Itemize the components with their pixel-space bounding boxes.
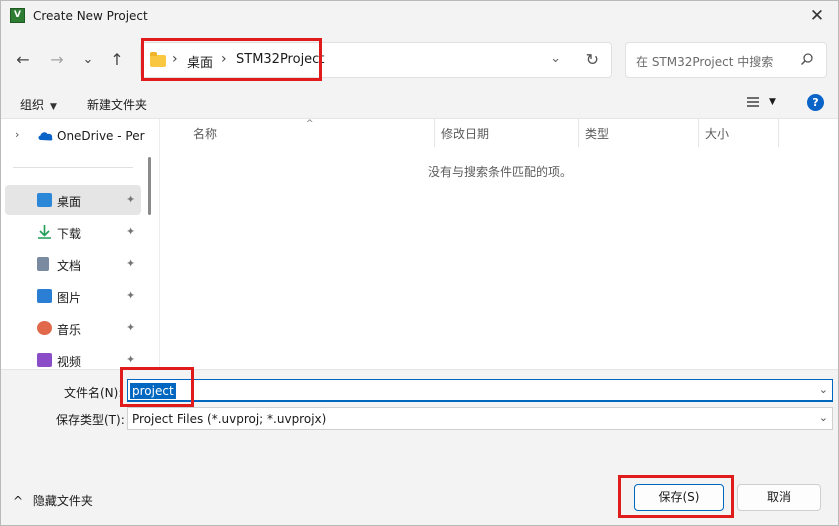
search-placeholder: 在 STM32Project 中搜索 [636,55,774,69]
sidebar-item-label: 桌面 [57,195,82,209]
chevron-right-icon[interactable]: › [15,128,19,141]
annotation-highlight-save [618,475,734,518]
keil-app-icon: V [10,8,25,23]
column-header-size[interactable]: 大小 [705,125,729,142]
pin-icon: ✦ [126,321,136,334]
cloud-icon [38,132,53,141]
filetype-label: 保存类型(T): [56,413,125,427]
filetype-select[interactable]: Project Files (*.uvproj; *.uvprojx) ⌄ [127,407,833,430]
sidebar-item-label: 音乐 [57,323,82,337]
music-icon [37,321,52,335]
sidebar-item-downloads[interactable]: 下载 ✦ [5,217,141,247]
sidebar-item-desktop[interactable]: 桌面 ✦ [5,185,141,215]
save-dialog: V Create New Project ✕ ← → ⌄ ↑ › 桌面 › ST… [0,0,839,526]
search-box[interactable]: 在 STM32Project 中搜索 [625,42,827,78]
pin-icon: ✦ [126,289,136,302]
search-icon [800,53,813,66]
chevron-up-icon: ^ [13,494,24,508]
hide-folders-label: 隐藏文件夹 [32,494,93,508]
column-divider[interactable] [578,119,579,147]
annotation-highlight-filename [120,367,194,407]
sidebar-item-label: OneDrive - Per [57,129,145,143]
video-icon [37,353,52,367]
caret-down-icon: ▼ [50,102,57,112]
sidebar-item-label: 文档 [57,259,82,273]
close-button[interactable]: ✕ [806,5,828,27]
sort-caret-icon: ^ [306,119,314,129]
desktop-icon [37,193,52,207]
organize-label: 组织 [20,98,45,112]
chevron-down-icon[interactable]: ⌄ [819,411,828,424]
address-dropdown-icon[interactable]: ⌄ [550,51,561,66]
sidebar-item-label: 图片 [57,291,82,305]
sidebar-item-documents[interactable]: 文档 ✦ [5,249,141,279]
download-icon [38,225,51,239]
sidebar-item-pictures[interactable]: 图片 ✦ [5,281,141,311]
column-divider[interactable] [434,119,435,147]
title-bar: V Create New Project ✕ [1,1,838,32]
column-header-name[interactable]: 名称 [193,125,217,142]
refresh-icon[interactable]: ↻ [586,50,599,69]
view-caret-icon[interactable]: ▼ [769,97,776,107]
up-button[interactable]: ↑ [106,49,128,71]
sidebar-item-music[interactable]: 音乐 ✦ [5,313,141,343]
window-title: Create New Project [33,9,148,23]
file-list: ^ 名称 修改日期 类型 大小 没有与搜索条件匹配的项。 [159,119,838,369]
new-folder-button[interactable]: 新建文件夹 [87,96,147,113]
sidebar-divider [13,167,133,168]
cancel-button[interactable]: 取消 [737,484,821,511]
chevron-down-icon[interactable]: ⌄ [819,383,828,396]
annotation-highlight-address [141,38,322,81]
sidebar-item-label: 下载 [57,227,82,241]
pin-icon: ✦ [126,225,136,238]
navigation-bar: ← → ⌄ ↑ › 桌面 › STM32Project ⌄ ↻ 在 STM32P… [1,32,838,87]
navigation-pane: › OneDrive - Per 桌面 ✦ 下载 ✦ 文档 ✦ 图片 ✦ 音乐 … [1,119,151,369]
picture-icon [37,289,52,303]
hide-folders-toggle[interactable]: ^ 隐藏文件夹 [13,492,93,509]
column-divider[interactable] [778,119,779,147]
view-options-icon[interactable] [746,95,760,109]
forward-button[interactable]: → [46,49,68,71]
recent-locations-button[interactable]: ⌄ [77,49,99,71]
help-icon[interactable]: ? [807,94,824,111]
pin-icon: ✦ [126,353,136,366]
filename-label: 文件名(N): [64,386,123,400]
command-bar: 组织 ▼ 新建文件夹 ▼ ? [1,87,838,119]
filename-input[interactable]: project ⌄ [127,379,833,402]
document-icon [37,257,49,271]
sidebar-item-onedrive[interactable]: › OneDrive - Per [5,121,145,151]
organize-menu[interactable]: 组织 ▼ [20,96,57,113]
column-header-type[interactable]: 类型 [585,125,609,142]
pin-icon: ✦ [126,193,136,206]
column-header-modified[interactable]: 修改日期 [441,125,489,142]
sidebar-scrollbar[interactable] [148,157,151,215]
filetype-value: Project Files (*.uvproj; *.uvprojx) [132,412,327,426]
empty-message: 没有与搜索条件匹配的项。 [428,165,573,179]
sidebar-item-label: 视频 [57,355,82,369]
back-button[interactable]: ← [12,49,34,71]
column-divider[interactable] [698,119,699,147]
pin-icon: ✦ [126,257,136,270]
